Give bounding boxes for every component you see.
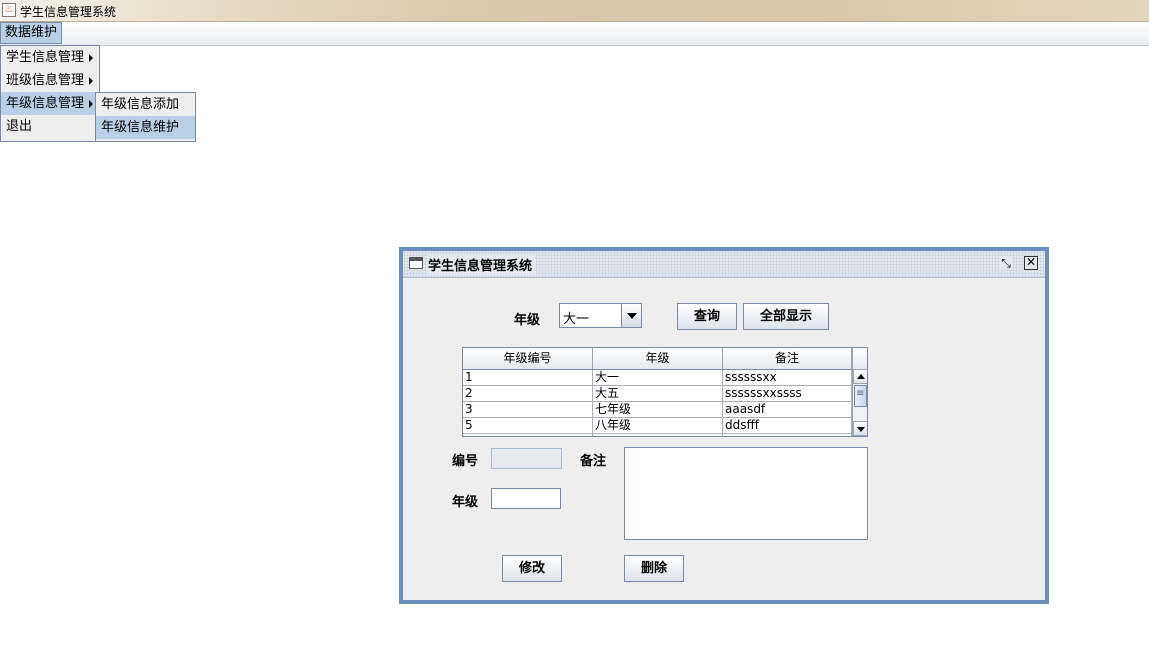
grade-select-value: 大一 xyxy=(563,312,590,327)
menu-item-label: 退出 xyxy=(6,119,33,134)
data-maintenance-popup: 学生信息管理 班级信息管理 年级信息管理 退出 xyxy=(0,45,100,142)
submenu-arrow-icon xyxy=(89,100,93,108)
table-corner xyxy=(852,348,867,370)
scroll-down-icon[interactable] xyxy=(853,421,867,436)
table-row-partial[interactable] xyxy=(463,434,852,436)
menu-item-grade-add[interactable]: 年级信息添加 xyxy=(96,93,195,116)
remark-textarea[interactable] xyxy=(624,447,868,540)
cell-grade: 七年级 xyxy=(593,402,723,418)
menu-item-label: 年级信息管理 xyxy=(6,96,85,111)
scroll-thumb[interactable] xyxy=(854,385,867,407)
cell-remark: ddsfff xyxy=(723,418,852,434)
delete-button[interactable]: 删除 xyxy=(624,555,684,582)
menu-data-maintenance[interactable]: 数据维护 xyxy=(0,22,62,44)
frame-title: 学生信息管理系统 xyxy=(428,255,537,274)
menu-item-label: 年级信息添加 xyxy=(101,97,180,112)
id-field xyxy=(491,448,562,469)
submenu-arrow-icon xyxy=(89,54,93,62)
table-row[interactable]: 3 七年级 aaasdf xyxy=(463,402,852,418)
menu-item-grade-maintain[interactable]: 年级信息维护 xyxy=(96,116,195,139)
cell-remark: aaasdf xyxy=(723,402,852,418)
cell-grade-id: 5 xyxy=(463,418,593,434)
id-label: 编号 xyxy=(452,454,479,469)
table-row[interactable]: 2 大五 ssssssxxssss xyxy=(463,386,852,402)
cell-grade-id: 3 xyxy=(463,402,593,418)
modify-button[interactable]: 修改 xyxy=(502,555,562,582)
menu-item-label: 学生信息管理 xyxy=(6,50,85,65)
cell-remark: ssssssxxssss xyxy=(723,386,852,402)
table-header: 年级编号 年级 备注 xyxy=(463,348,852,370)
menu-item-exit[interactable]: 退出 xyxy=(1,115,99,138)
java-app-icon: ♨ xyxy=(2,3,16,17)
grade-select[interactable]: 大一 xyxy=(559,303,642,328)
grade-search-label: 年级 xyxy=(514,313,541,328)
menu-item-label: 年级信息维护 xyxy=(101,120,180,135)
grade-form-label: 年级 xyxy=(452,495,479,510)
menu-bar: 数据维护 xyxy=(0,22,1149,46)
menu-item-class-info[interactable]: 班级信息管理 xyxy=(1,69,99,92)
menu-item-label: 班级信息管理 xyxy=(6,73,85,88)
remark-label: 备注 xyxy=(580,454,607,469)
chevron-down-icon[interactable] xyxy=(621,304,641,327)
cell-grade-id: 2 xyxy=(463,386,593,402)
cell-grade: 大一 xyxy=(593,370,723,386)
window-icon xyxy=(409,257,423,269)
cell-grade: 八年级 xyxy=(593,418,723,434)
scroll-up-icon[interactable] xyxy=(853,369,867,384)
window-titlebar: ♨ 学生信息管理系统 xyxy=(0,0,1149,22)
frame-titlebar[interactable]: 学生信息管理系统 ⤡ ✕ xyxy=(403,251,1045,278)
query-button[interactable]: 查询 xyxy=(677,303,737,330)
menu-item-student-info[interactable]: 学生信息管理 xyxy=(1,46,99,69)
table-body: 1 大一 ssssssxx 2 大五 ssssssxxssss 3 七年级 aa… xyxy=(463,370,852,436)
column-header-grade[interactable]: 年级 xyxy=(593,348,723,369)
table-row[interactable]: 1 大一 ssssssxx xyxy=(463,370,852,386)
submenu-arrow-icon xyxy=(89,77,93,85)
grade-maintenance-frame: 学生信息管理系统 ⤡ ✕ 年级 大一 查询 全部显示 年级编号 年级 备注 1 … xyxy=(399,247,1049,604)
grade-table: 年级编号 年级 备注 1 大一 ssssssxx 2 大五 ssssssxxss… xyxy=(462,347,868,437)
table-scrollbar[interactable] xyxy=(852,369,867,436)
close-icon[interactable]: ✕ xyxy=(1024,256,1038,270)
cell-grade-id: 1 xyxy=(463,370,593,386)
column-header-remark[interactable]: 备注 xyxy=(723,348,852,369)
grade-info-submenu: 年级信息添加 年级信息维护 xyxy=(95,92,196,142)
cell-remark: ssssssxx xyxy=(723,370,852,386)
show-all-button[interactable]: 全部显示 xyxy=(743,303,829,330)
table-row[interactable]: 5 八年级 ddsfff xyxy=(463,418,852,434)
cell-grade: 大五 xyxy=(593,386,723,402)
menu-item-grade-info[interactable]: 年级信息管理 xyxy=(1,92,99,115)
window-title: 学生信息管理系统 xyxy=(20,5,117,19)
restore-icon[interactable]: ⤡ xyxy=(999,256,1013,270)
column-header-grade-id[interactable]: 年级编号 xyxy=(463,348,593,369)
grade-input[interactable] xyxy=(491,488,561,509)
